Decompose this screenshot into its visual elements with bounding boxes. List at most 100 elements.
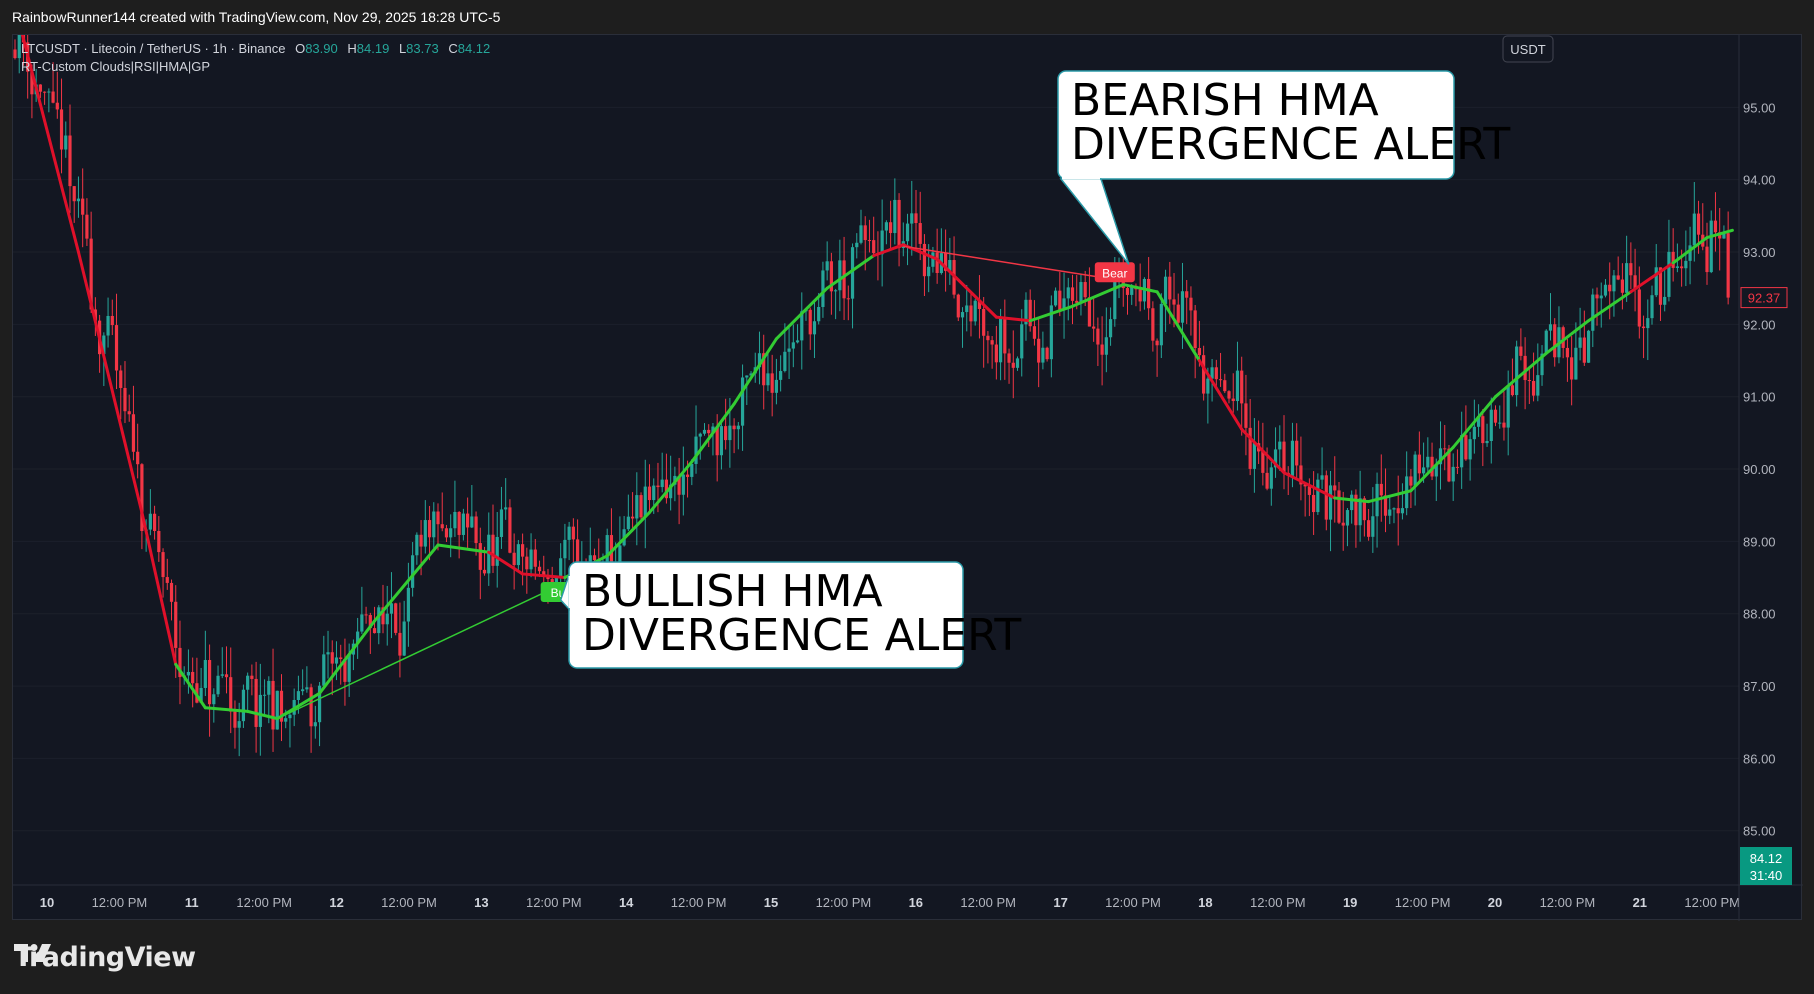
candle-body [1625, 263, 1629, 293]
x-tick-label: 15 [764, 895, 778, 910]
candle-body [1616, 275, 1620, 280]
candle-body [491, 534, 495, 566]
candle-body [994, 344, 998, 363]
tradingview-logo[interactable]: TradingView [14, 942, 196, 973]
candle-body [47, 91, 51, 93]
candle-body [1100, 344, 1104, 355]
candle-body [1713, 220, 1718, 233]
candle-body [1197, 347, 1201, 356]
candle-body [965, 305, 969, 313]
candle-body [1595, 294, 1599, 299]
candle-body [72, 186, 76, 202]
y-tick-label: 88.00 [1743, 607, 1776, 622]
candle-body [1138, 289, 1142, 302]
candle-body [106, 315, 110, 336]
low-label: L [399, 41, 406, 56]
candle-body [174, 601, 178, 648]
candle-body [567, 526, 571, 540]
candle-body [537, 566, 542, 572]
candle-body [1307, 486, 1311, 495]
candle-body [229, 677, 233, 712]
currency-button[interactable]: USDT [1502, 35, 1554, 63]
candle-body [1586, 330, 1591, 363]
candle-body [1235, 370, 1240, 402]
candle-body [131, 414, 136, 452]
candle-body [1037, 338, 1041, 363]
candle-body [110, 315, 114, 326]
candle-body [1421, 467, 1426, 474]
candle-body [846, 298, 850, 300]
candle-body [334, 657, 339, 664]
candle-body [284, 718, 288, 722]
candle-body [449, 528, 453, 538]
candle-body [1443, 448, 1447, 450]
candle-body [301, 689, 305, 692]
candle-body [647, 486, 652, 501]
candle-body [415, 534, 419, 556]
candle-body [1578, 337, 1582, 348]
x-tick-label: 13 [474, 895, 488, 910]
candle-body [1358, 498, 1362, 526]
candle-body [254, 678, 258, 727]
candle-body [1371, 516, 1375, 537]
candle-body [364, 614, 368, 616]
y-tick-label: 92.00 [1743, 317, 1776, 332]
candle-body [1282, 441, 1286, 473]
candle-body [85, 214, 89, 239]
candle-body [1092, 326, 1096, 329]
y-tick-label: 85.00 [1743, 824, 1776, 839]
chart-panel[interactable]: Bull Bear BULLISH HMA DIVERGENCE ALERT BEAR… [12, 34, 1803, 921]
candle-body [1612, 275, 1616, 292]
candle-body [1108, 319, 1113, 338]
candle-body [322, 654, 326, 686]
candle-body [745, 375, 749, 378]
candle-body [495, 536, 499, 566]
candle-body [626, 516, 630, 530]
y-tick-label: 93.00 [1743, 245, 1776, 260]
candle-body [817, 306, 821, 322]
x-tick-label: 12:00 PM [1540, 895, 1596, 910]
candle-body [1341, 522, 1345, 526]
candle-body [262, 694, 267, 696]
candle-body [1574, 347, 1578, 380]
x-tick-label: 12:00 PM [960, 895, 1016, 910]
candle-body [1553, 324, 1557, 358]
candle-body [652, 485, 656, 501]
candle-body [1468, 439, 1472, 460]
bearish-callout: BEARISH HMADIVERGENCE ALERT [1057, 70, 1510, 265]
candle-body [690, 463, 694, 477]
y-tick-label: 95.00 [1743, 100, 1776, 115]
candle-body [330, 652, 334, 664]
candle-body [267, 680, 271, 695]
price-chart[interactable]: BullBear BULLISH HMADIVERGENCE ALERT BEAR… [13, 35, 1803, 921]
candle-body [1096, 328, 1100, 345]
candle-body [169, 582, 174, 602]
candle-body [1172, 299, 1176, 305]
candle-body [863, 225, 867, 241]
candle-body [1726, 233, 1730, 298]
candle-body [470, 516, 474, 528]
high-label: H [347, 41, 356, 56]
candle-body [783, 351, 787, 372]
legend: LTCUSDT · Litecoin / TetherUS · 1h · Bin… [21, 41, 490, 74]
candle-body [1320, 475, 1324, 480]
candle-body [1705, 246, 1709, 273]
candle-body [770, 373, 774, 393]
candle-body [1667, 251, 1671, 297]
candle-body [1070, 287, 1075, 301]
candle-body [791, 342, 795, 349]
candle-body [1223, 380, 1227, 392]
candle-body [1680, 266, 1684, 269]
candle-body [220, 674, 224, 676]
candle-body [681, 474, 685, 495]
candle-body [795, 340, 800, 343]
candle-body [1506, 385, 1510, 428]
candle-body [986, 335, 990, 341]
candle-body [250, 675, 254, 679]
hma-segment [521, 572, 567, 580]
candle-body [1328, 485, 1333, 520]
candle-body [740, 377, 745, 426]
candle-body [525, 556, 529, 570]
candle-body [1028, 299, 1032, 327]
candle-body [68, 135, 72, 187]
